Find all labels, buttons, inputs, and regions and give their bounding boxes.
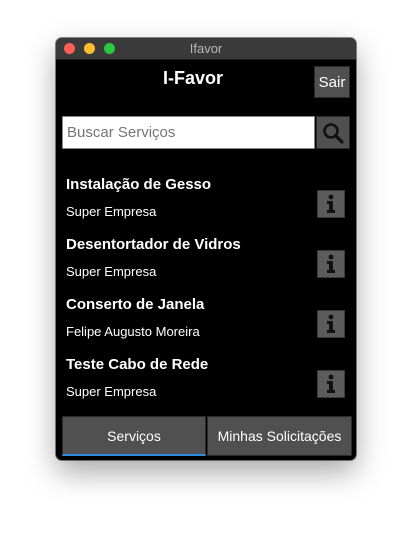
service-title: Instalação de Gesso: [66, 176, 212, 193]
list-item[interactable]: Conserto de Janela Felipe Augusto Moreir…: [56, 296, 356, 356]
info-icon: [327, 314, 335, 333]
logout-button[interactable]: Sair: [314, 66, 350, 98]
service-provider: Super Empresa: [66, 264, 157, 279]
service-provider: Super Empresa: [66, 204, 157, 219]
service-provider: Felipe Augusto Moreira: [66, 324, 200, 339]
tab-servicos[interactable]: Serviços: [62, 416, 206, 456]
info-button[interactable]: [317, 310, 345, 338]
service-title: Teste Cabo de Rede: [66, 356, 209, 373]
service-title: Desentortador de Vidros: [66, 236, 241, 253]
list-item[interactable]: Desentortador de Vidros Super Empresa: [56, 236, 356, 296]
service-provider: Super Empresa: [66, 384, 157, 399]
list-item[interactable]: Instalação de Gesso Super Empresa: [56, 176, 356, 236]
info-icon: [327, 374, 335, 393]
bottom-tab-bar: Serviços Minhas Solicitações: [62, 416, 352, 456]
search-icon: [323, 123, 344, 144]
info-button[interactable]: [317, 190, 345, 218]
service-title: Conserto de Janela: [66, 296, 205, 313]
list-item[interactable]: Teste Cabo de Rede Super Empresa: [56, 356, 356, 416]
title-bar: Ifavor: [56, 38, 356, 60]
info-icon: [327, 254, 335, 273]
page-title: I-Favor: [162, 68, 223, 88]
search-button[interactable]: [316, 116, 350, 149]
info-button[interactable]: [317, 250, 345, 278]
tab-minhas-solicitacoes[interactable]: Minhas Solicitações: [207, 416, 352, 456]
info-button[interactable]: [317, 370, 345, 398]
app-window: Ifavor I-Favor Sair Instalação de Gesso …: [56, 38, 356, 460]
info-icon: [327, 194, 335, 213]
search-input[interactable]: [62, 116, 315, 149]
window-title: Ifavor: [189, 41, 223, 56]
